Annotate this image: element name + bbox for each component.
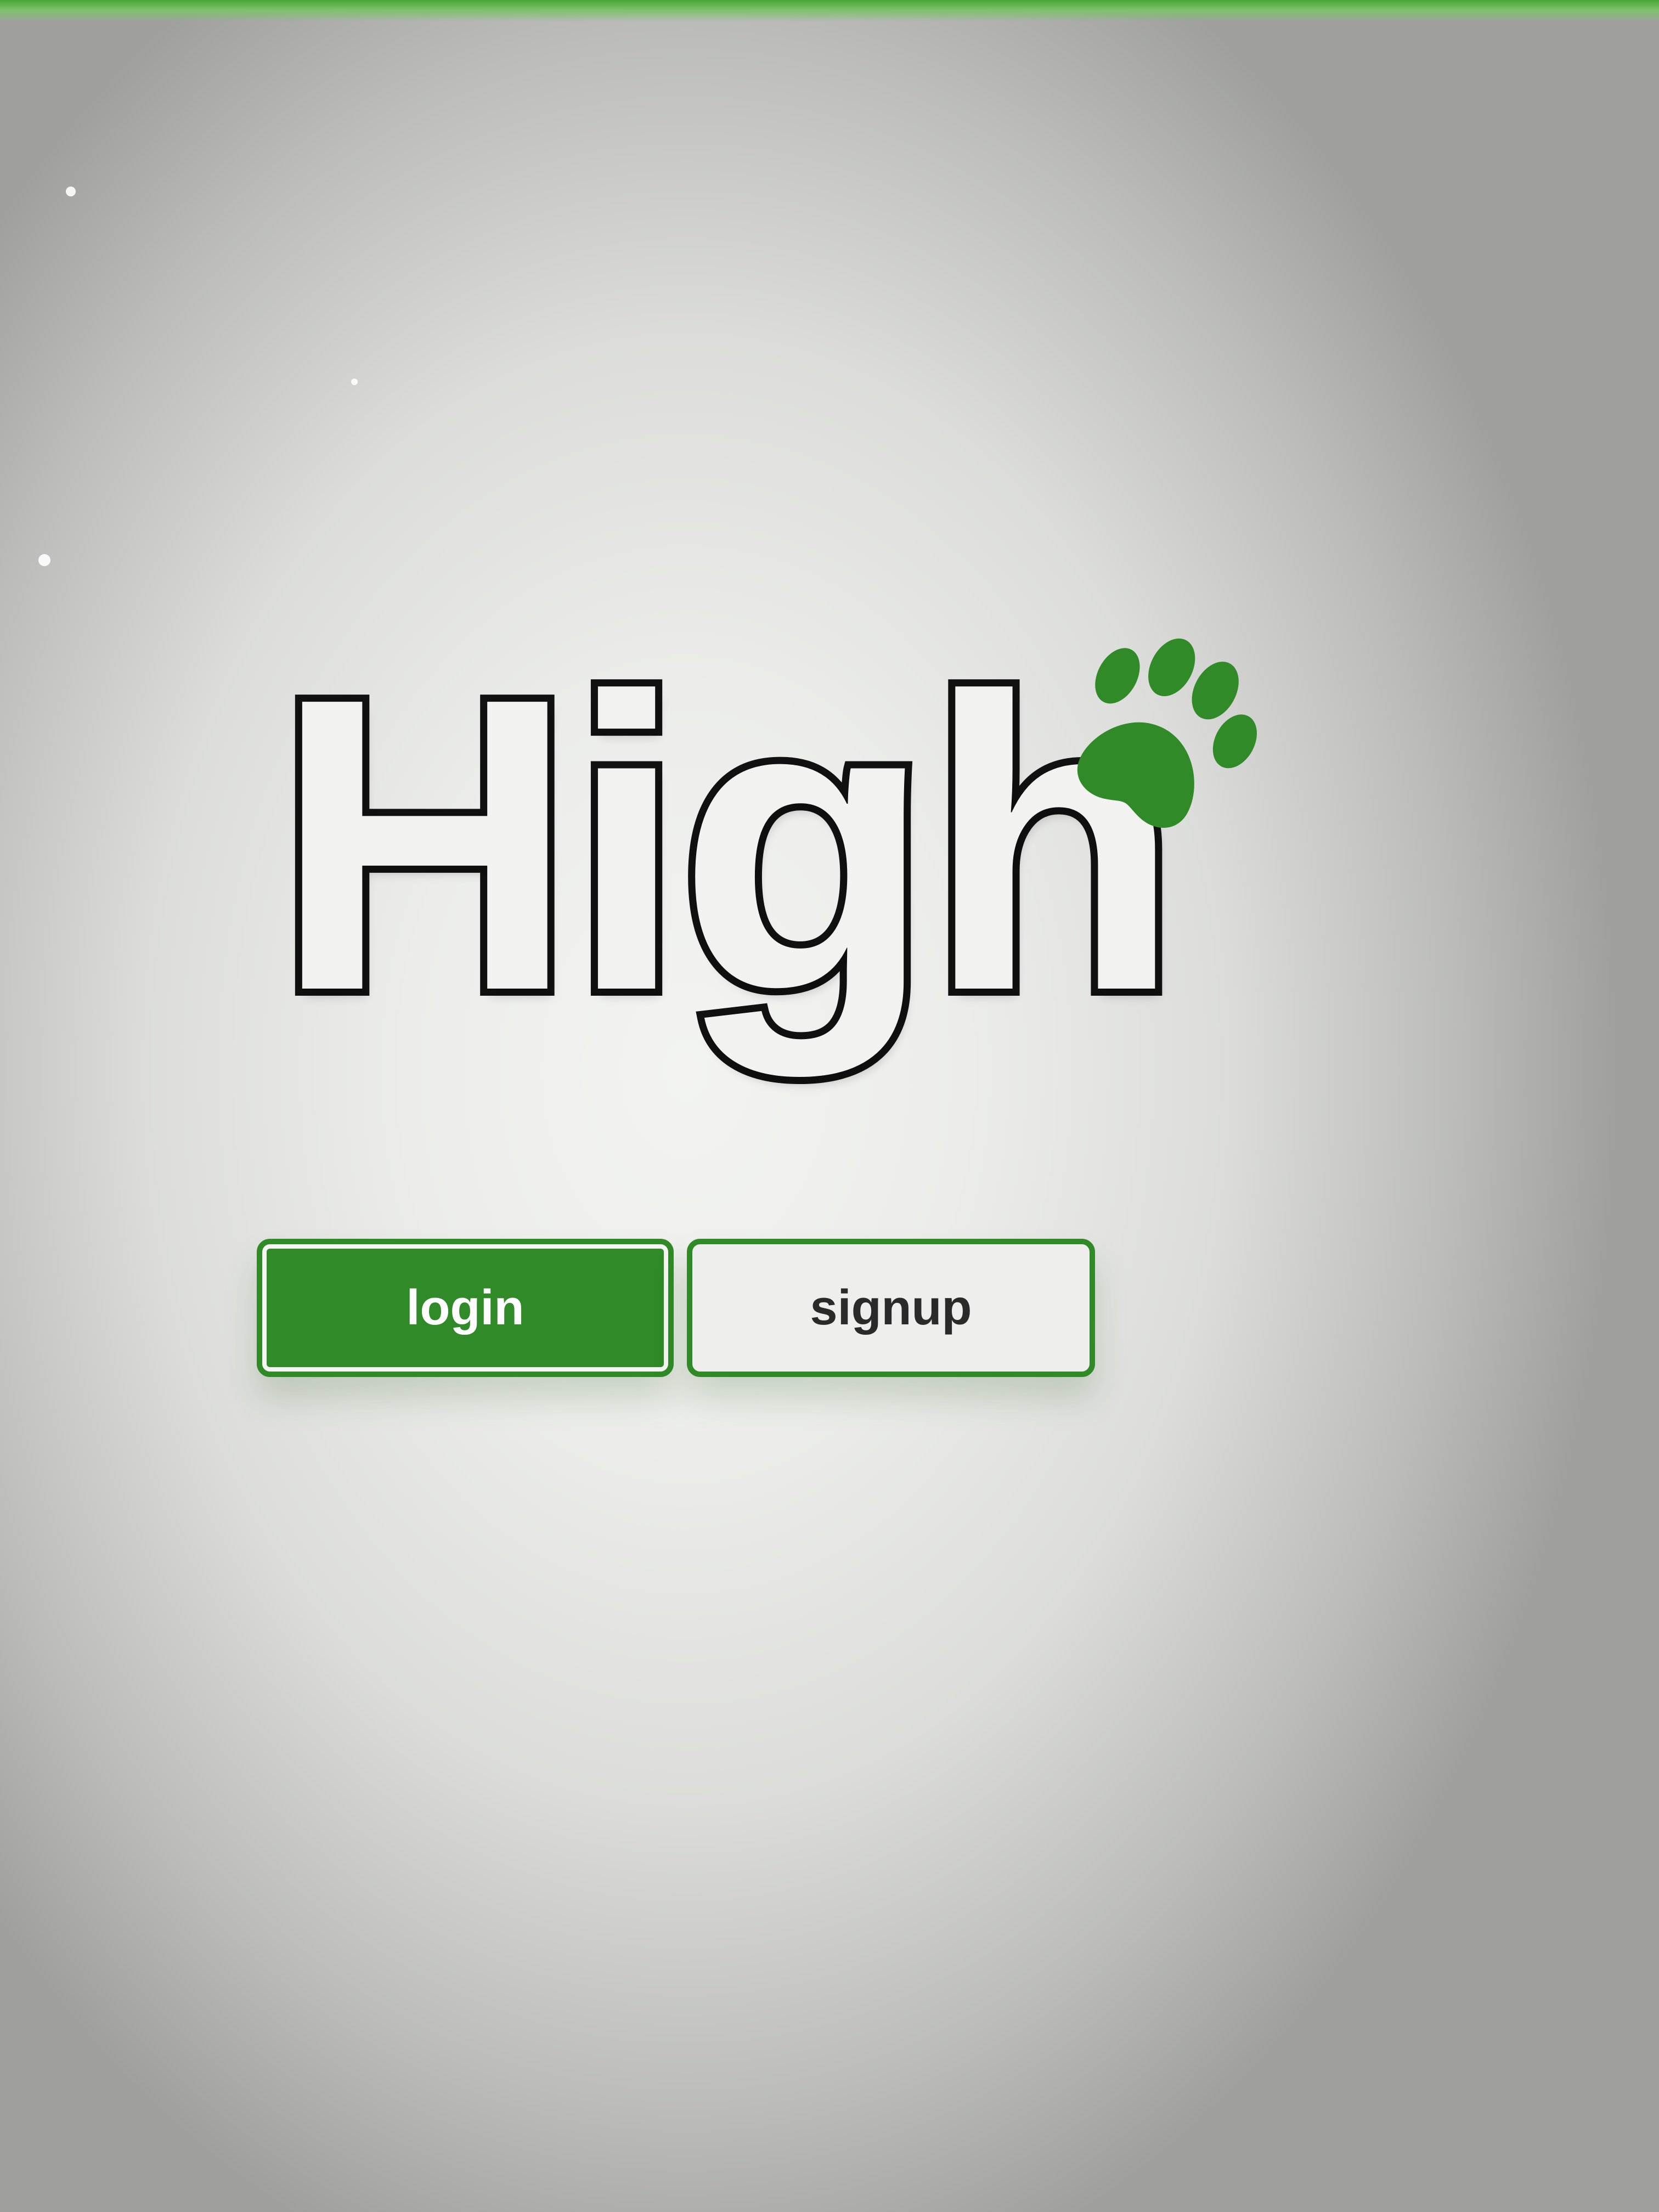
screen-speck — [38, 554, 50, 566]
paw-print-icon — [1077, 638, 1257, 828]
signup-button[interactable]: signup — [687, 1239, 1095, 1377]
login-button[interactable]: login — [257, 1239, 674, 1377]
screen-speck — [66, 187, 76, 196]
app-title: High — [267, 612, 1188, 1077]
top-accent-bar — [0, 0, 1659, 22]
login-button-label: login — [406, 1280, 524, 1335]
signup-button-label: signup — [810, 1280, 972, 1335]
screen-speck — [351, 379, 358, 385]
